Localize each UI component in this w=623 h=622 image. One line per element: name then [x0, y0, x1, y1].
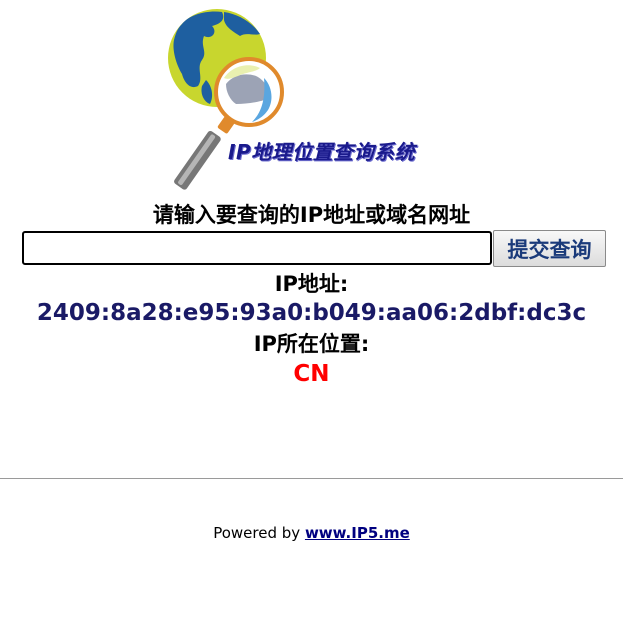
site-logo: IP地理位置查询系统 [160, 6, 470, 196]
ip-query-input[interactable] [22, 231, 492, 265]
logo-title: IP地理位置查询系统 [228, 140, 416, 164]
footer: Powered by www.IP5.me [0, 523, 623, 543]
footer-site-link[interactable]: www.IP5.me [305, 524, 410, 542]
footer-divider [0, 478, 623, 479]
ip-location-value: CN [293, 361, 330, 387]
ip-address-label: IP地址: [274, 272, 349, 296]
submit-query-button[interactable]: 提交查询 [493, 230, 606, 267]
ip-location-label: IP所在位置: [253, 332, 370, 356]
ip-address-value: 2409:8a28:e95:93a0:b049:aa06:2dbf:dc3c [36, 300, 587, 326]
query-prompt: 请输入要查询的IP地址或域名网址 [152, 203, 471, 227]
globe-magnifier-logo-icon [168, 9, 284, 190]
page: IP地理位置查询系统 请输入要查询的IP地址或域名网址 提交查询 IP地址: 2… [0, 0, 623, 622]
footer-powered-by-text: Powered by [213, 524, 305, 542]
